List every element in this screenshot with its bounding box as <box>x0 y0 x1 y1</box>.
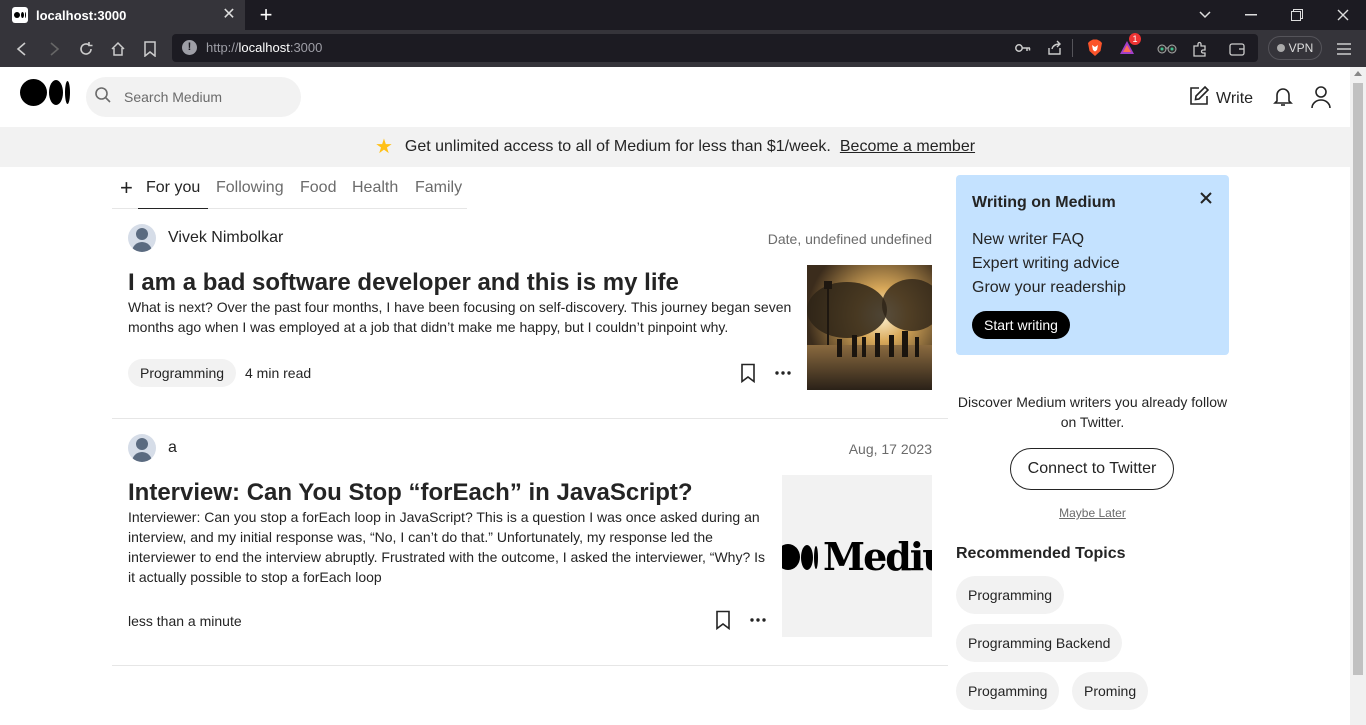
read-time: less than a minute <box>128 613 242 629</box>
author-name[interactable]: a <box>168 439 177 457</box>
author-row: Vivek Nimbolkar <box>128 224 283 252</box>
vpn-label: VPN <box>1288 41 1314 55</box>
writing-on-medium-card: Writing on Medium New writer FAQ Expert … <box>956 175 1229 355</box>
browser-toolbar: ! http://localhost:3000 1 VPN <box>0 30 1366 67</box>
twitter-discover-text: Discover Medium writers you already foll… <box>957 394 1228 430</box>
user-avatar-icon[interactable] <box>1310 85 1332 114</box>
close-icon[interactable] <box>1199 191 1213 205</box>
topic-tag[interactable]: Programming <box>128 359 237 387</box>
topic-pill[interactable]: Proming <box>1072 672 1149 710</box>
bookmark-icon[interactable] <box>711 608 735 632</box>
article-excerpt[interactable]: What is next? Over the past four months,… <box>128 297 792 337</box>
bookmark-icon[interactable] <box>736 361 760 385</box>
medium-thumb-logo: Medium <box>782 537 932 577</box>
browser-tab-strip: localhost:3000 ✕ + <box>0 0 1366 30</box>
add-topic-icon[interactable]: + <box>120 177 133 199</box>
new-writer-faq-link[interactable]: New writer FAQ <box>972 231 1084 249</box>
membership-banner: ★ Get unlimited access to all of Medium … <box>0 127 1350 167</box>
connect-twitter-button[interactable]: Connect to Twitter <box>1010 448 1174 490</box>
writing-card-title: Writing on Medium <box>972 194 1116 211</box>
medium-favicon-icon <box>12 7 28 23</box>
site-header: Write <box>0 67 1350 127</box>
restore-icon[interactable] <box>1274 0 1320 30</box>
tab-following[interactable]: Following <box>216 179 284 197</box>
search-icon[interactable] <box>94 86 112 109</box>
address-bar[interactable]: ! http://localhost:3000 1 <box>172 33 1258 62</box>
page-viewport: Write ★ Get unlimited access to all of M… <box>0 67 1350 725</box>
write-label: Write <box>1216 89 1254 107</box>
new-tab-icon[interactable]: + <box>256 4 276 26</box>
key-icon[interactable] <box>1012 37 1034 59</box>
author-avatar[interactable] <box>128 224 156 252</box>
topic-pill[interactable]: Progamming <box>956 672 1060 710</box>
recommended-topics-title: Recommended Topics <box>956 545 1126 562</box>
home-icon[interactable] <box>107 38 129 60</box>
author-row: a <box>128 434 177 462</box>
url-text[interactable]: http://localhost:3000 <box>206 40 322 55</box>
start-writing-button[interactable]: Start writing <box>972 311 1070 339</box>
read-time: 4 min read <box>245 365 312 381</box>
tab-list-chevron-icon[interactable] <box>1182 0 1228 30</box>
share-icon[interactable] <box>1044 37 1066 59</box>
tab-family[interactable]: Family <box>415 179 462 197</box>
author-name[interactable]: Vivek Nimbolkar <box>168 229 283 247</box>
topic-pill[interactable]: Programming <box>956 576 1065 614</box>
close-window-icon[interactable] <box>1320 0 1366 30</box>
tab-food[interactable]: Food <box>300 179 336 197</box>
article-card[interactable]: a Aug, 17 2023 Interview: Can You Stop “… <box>112 434 948 666</box>
tab-for-you[interactable]: For you <box>146 179 200 197</box>
bookmark-page-icon[interactable] <box>139 38 161 60</box>
vpn-status-icon <box>1276 44 1285 52</box>
vpn-button[interactable]: VPN <box>1268 36 1322 60</box>
medium-logo[interactable] <box>20 78 70 106</box>
more-options-icon[interactable] <box>746 608 770 632</box>
profile-extension-icon[interactable] <box>1156 38 1178 60</box>
back-icon[interactable] <box>11 38 33 60</box>
reload-icon[interactable] <box>75 38 97 60</box>
tab-title: localhost:3000 <box>36 7 127 23</box>
expert-writing-advice-link[interactable]: Expert writing advice <box>972 255 1120 273</box>
article-excerpt[interactable]: Interviewer: Can you stop a forEach loop… <box>128 507 770 587</box>
topic-pill[interactable]: Programming Backend <box>956 624 1123 662</box>
extensions-icon[interactable] <box>1189 38 1211 60</box>
article-title[interactable]: Interview: Can You Stop “forEach” in Jav… <box>128 479 693 507</box>
star-icon: ★ <box>374 136 393 158</box>
brave-rewards-icon[interactable]: 1 <box>1118 33 1141 59</box>
scroll-up-icon[interactable] <box>1354 71 1362 76</box>
maybe-later-link[interactable]: Maybe Later <box>956 506 1229 520</box>
forward-icon[interactable] <box>43 38 65 60</box>
article-thumbnail[interactable]: Medium <box>782 475 932 637</box>
become-member-link[interactable]: Become a member <box>840 138 975 156</box>
feed-tabs: + For you Following Food Health Family <box>112 167 467 209</box>
article-thumbnail[interactable] <box>807 265 932 390</box>
more-options-icon[interactable] <box>771 361 795 385</box>
active-tab-indicator <box>138 208 208 209</box>
publish-date: Date, undefined undefined <box>767 231 932 247</box>
write-icon <box>1188 85 1210 112</box>
rewards-badge: 1 <box>1129 33 1141 45</box>
search-box <box>86 77 301 117</box>
site-info-icon[interactable]: ! <box>182 40 197 55</box>
page-scrollbar[interactable] <box>1350 67 1366 725</box>
article-title[interactable]: I am a bad software developer and this i… <box>128 269 679 297</box>
menu-icon[interactable] <box>1333 38 1355 60</box>
tab-health[interactable]: Health <box>352 179 398 197</box>
minimize-icon[interactable] <box>1228 0 1274 30</box>
search-input[interactable] <box>124 89 284 105</box>
brave-shield-icon[interactable] <box>1084 37 1106 59</box>
publish-date: Aug, 17 2023 <box>848 441 932 457</box>
wallet-icon[interactable] <box>1226 38 1248 60</box>
write-button[interactable]: Write <box>1188 85 1253 112</box>
article-card[interactable]: Vivek Nimbolkar Date, undefined undefine… <box>112 224 948 419</box>
tab-close-icon[interactable]: ✕ <box>221 7 237 23</box>
browser-tab[interactable]: localhost:3000 ✕ <box>0 0 245 30</box>
grow-readership-link[interactable]: Grow your readership <box>972 279 1126 297</box>
author-avatar[interactable] <box>128 434 156 462</box>
scrollbar-thumb[interactable] <box>1353 83 1363 675</box>
banner-text: Get unlimited access to all of Medium fo… <box>404 138 831 155</box>
notifications-bell-icon[interactable] <box>1272 85 1294 112</box>
